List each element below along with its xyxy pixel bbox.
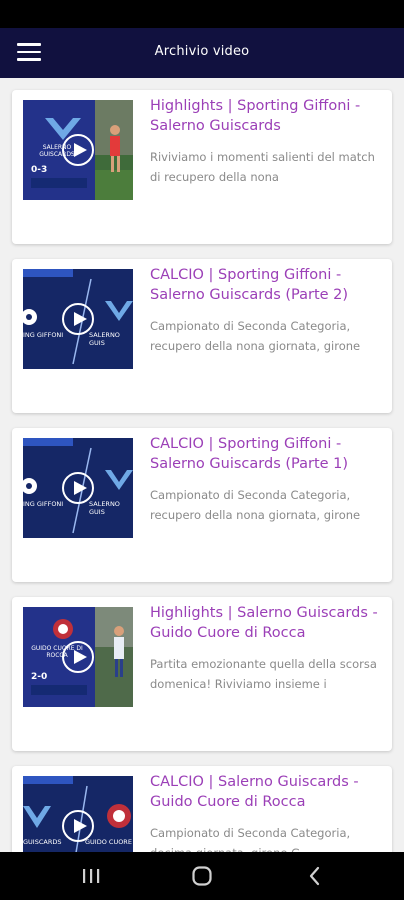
thumb-score: 0-3 <box>31 165 48 175</box>
thumb-right-team: SALERNO GUIS <box>89 500 120 516</box>
video-card[interactable]: ING GIFFONI SALERNO GUIS CALCIO | Sporti… <box>12 259 392 413</box>
system-nav-bar <box>0 852 404 900</box>
video-thumbnail[interactable]: 0-3 SALERNO GUISCARDS <box>23 100 133 200</box>
video-thumbnail[interactable]: 2-0 GUIDO CUORE DI ROCCA <box>23 607 133 707</box>
video-title[interactable]: Highlights | Salerno Guiscards - Guido C… <box>150 603 386 643</box>
video-card[interactable]: 0-3 SALERNO GUISCARDS Highlights | Sport… <box>12 90 392 244</box>
thumb-left-team: GUISCARDS <box>23 838 62 846</box>
page-title: Archivio video <box>154 44 250 59</box>
video-title[interactable]: Highlights | Sporting Giffoni - Salerno … <box>150 96 386 136</box>
home-icon[interactable] <box>190 864 214 888</box>
play-icon[interactable] <box>62 472 94 504</box>
video-description: Partita emozionante quella della scorsa … <box>150 657 377 691</box>
thumb-right-team: GUIDO CUORE <box>85 838 132 846</box>
video-title[interactable]: CALCIO | Sporting Giffoni - Salerno Guis… <box>150 434 386 474</box>
video-card[interactable]: 2-0 GUIDO CUORE DI ROCCA Highlights | Sa… <box>12 597 392 751</box>
video-list[interactable]: 0-3 SALERNO GUISCARDS Highlights | Sport… <box>0 78 404 852</box>
app-bar: Archivio video <box>0 28 404 78</box>
video-card[interactable]: ING GIFFONI SALERNO GUIS CALCIO | Sporti… <box>12 428 392 582</box>
video-title[interactable]: CALCIO | Salerno Guiscards - Guido Cuore… <box>150 772 386 812</box>
back-icon[interactable] <box>303 864 327 888</box>
video-thumbnail[interactable]: ING GIFFONI SALERNO GUIS <box>23 269 133 369</box>
status-bar <box>0 0 404 28</box>
video-description: Campionato di Seconda Categoria, recuper… <box>150 488 361 522</box>
play-icon[interactable] <box>62 303 94 335</box>
video-thumbnail[interactable]: GUISCARDS GUIDO CUORE <box>23 776 133 852</box>
video-title[interactable]: CALCIO | Sporting Giffoni - Salerno Guis… <box>150 265 386 305</box>
thumb-right-team: SALERNO GUIS <box>89 331 120 347</box>
video-description: Riviviamo i momenti salienti del match d… <box>150 150 375 184</box>
play-icon[interactable] <box>62 641 94 673</box>
video-description: Campionato di Seconda Categoria, decima … <box>150 826 351 852</box>
video-thumbnail[interactable]: ING GIFFONI SALERNO GUIS <box>23 438 133 538</box>
recent-apps-icon[interactable] <box>79 864 103 888</box>
video-card[interactable]: GUISCARDS GUIDO CUORE CALCIO | Salerno G… <box>12 766 392 852</box>
thumb-score: 2-0 <box>31 672 48 682</box>
play-icon[interactable] <box>62 810 94 842</box>
thumb-left-team: ING GIFFONI <box>23 500 64 508</box>
video-description: Campionato di Seconda Categoria, recuper… <box>150 319 361 353</box>
play-icon[interactable] <box>62 134 94 166</box>
thumb-left-team: ING GIFFONI <box>23 331 64 339</box>
